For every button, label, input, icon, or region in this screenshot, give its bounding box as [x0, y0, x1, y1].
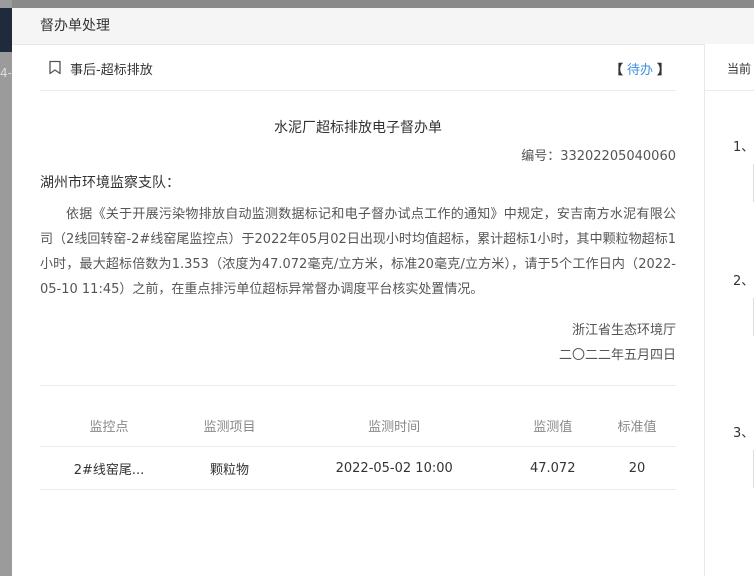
issuer: 浙江省生态环境厅 — [571, 323, 676, 338]
table-cell: 颗粒物 — [178, 446, 281, 490]
table-cell: 2022-05-02 10:00 — [280, 446, 508, 490]
status-text: 待办 — [626, 63, 653, 78]
document-body: 依据《关于开展污染物排放自动监测数据标记和电子督办试点工作的通知》中规定，安吉南… — [40, 207, 676, 297]
issue-date: 二〇二二年五月四日 — [558, 348, 676, 363]
supervision-modal: 督办单处理 事后-超标排放 【待办】 水泥厂超标排放电子督办单 编号：33202… — [12, 8, 754, 576]
recipient: 湖州市环境监察支队： — [40, 175, 180, 191]
column-header: 监测项目 — [178, 404, 281, 447]
modal-title: 督办单处理 — [12, 8, 754, 45]
document-pane: 事后-超标排放 【待办】 水泥厂超标排放电子督办单 编号：33202205040… — [40, 44, 676, 490]
column-header: 标准值 — [597, 404, 676, 447]
step-2-label: 2、 — [733, 274, 754, 289]
step-1-label: 1、 — [733, 140, 754, 155]
table-header-row: 监控点 监测项目 监测时间 监测值 标准值 — [40, 404, 676, 447]
process-panel-title: 当前 — [705, 44, 754, 91]
document-header: 事后-超标排放 【待办】 — [40, 44, 676, 91]
column-header: 监测值 — [507, 404, 598, 447]
background-fragment: 4- — [0, 66, 12, 80]
document-number: 编号：33202205040060 — [521, 149, 676, 164]
table-cell: 47.072 — [507, 446, 598, 490]
status-badge: 【待办】 — [610, 59, 670, 78]
table-cell: 20 — [597, 446, 676, 490]
bookmark-icon — [49, 60, 61, 75]
document-type: 事后-超标排放 — [70, 63, 153, 78]
status-bracket-open: 【 — [609, 63, 623, 78]
divider — [40, 385, 676, 386]
document-title: 水泥厂超标排放电子督办单 — [274, 120, 442, 136]
step-3-label: 3、 — [733, 426, 754, 441]
signature-block: 浙江省生态环境厅 二〇二二年五月四日 — [40, 318, 676, 368]
column-header: 监测时间 — [280, 404, 508, 447]
process-panel: 当前 1、 2、 3、 — [704, 44, 754, 576]
background-app: 4- — [0, 0, 12, 576]
monitoring-table: 监控点 监测项目 监测时间 监测值 标准值 2#线窑尾... 颗粒物 2022-… — [40, 404, 676, 490]
status-bracket-close: 】 — [656, 63, 670, 78]
table-row: 2#线窑尾... 颗粒物 2022-05-02 10:00 47.072 20 — [40, 446, 676, 490]
table-cell: 2#线窑尾... — [40, 446, 179, 490]
background-header — [0, 8, 12, 52]
column-header: 监控点 — [40, 404, 179, 447]
